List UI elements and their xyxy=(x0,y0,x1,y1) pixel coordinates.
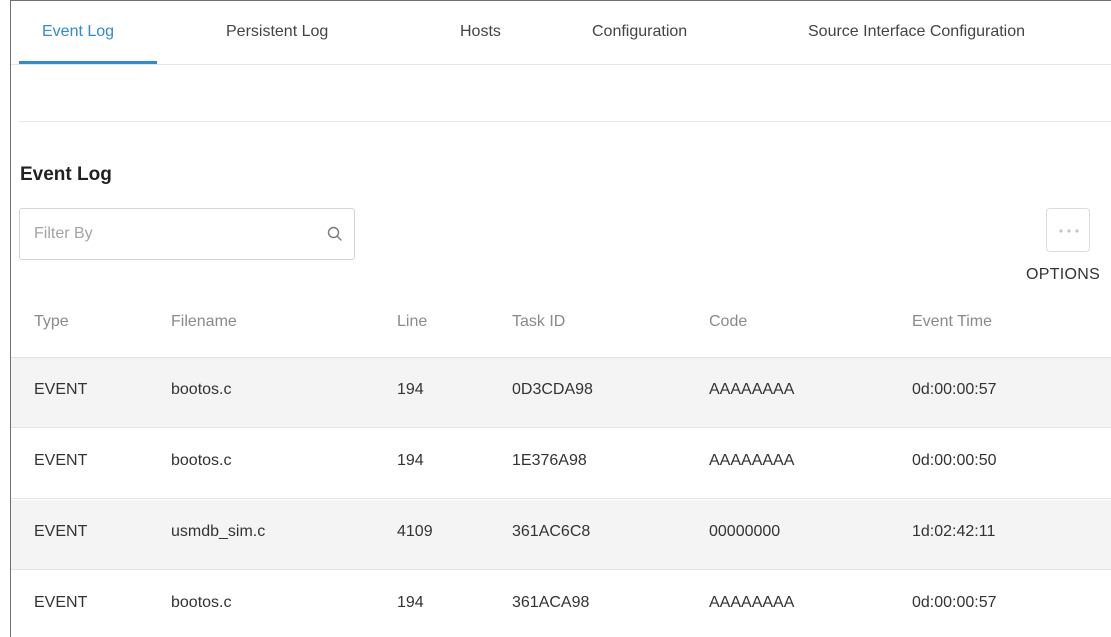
column-header-line[interactable]: Line xyxy=(397,313,427,331)
ellipsis-icon xyxy=(1059,229,1079,233)
page-title: Event Log xyxy=(20,164,112,185)
search-icon[interactable] xyxy=(326,225,344,243)
cell-task-id: 1E376A98 xyxy=(512,452,587,469)
cell-filename: usmdb_sim.c xyxy=(171,523,266,540)
tab-event-log[interactable]: Event Log xyxy=(42,23,114,41)
cell-event-time: 0d:00:00:57 xyxy=(912,381,997,398)
table-row[interactable]: EVENT bootos.c 194 0D3CDA98 AAAAAAAA 0d:… xyxy=(11,358,1111,428)
cell-filename: bootos.c xyxy=(171,381,232,398)
column-header-task-id[interactable]: Task ID xyxy=(512,313,565,331)
filter-input[interactable] xyxy=(34,223,304,245)
table-row[interactable]: EVENT usmdb_sim.c 4109 361AC6C8 00000000… xyxy=(11,500,1111,570)
cell-event-time: 0d:00:00:57 xyxy=(912,594,997,611)
column-header-filename[interactable]: Filename xyxy=(171,313,237,331)
column-header-type[interactable]: Type xyxy=(34,313,69,331)
cell-line: 194 xyxy=(397,452,424,469)
cell-code: AAAAAAAA xyxy=(709,381,795,398)
cell-code: 00000000 xyxy=(709,523,781,540)
tab-hosts[interactable]: Hosts xyxy=(460,23,501,41)
table-header: Type Filename Line Task ID Code Event Ti… xyxy=(11,287,1111,358)
cell-task-id: 361ACA98 xyxy=(512,594,590,611)
cell-type: EVENT xyxy=(34,452,88,469)
options-label[interactable]: OPTIONS xyxy=(1026,266,1100,284)
cell-type: EVENT xyxy=(34,523,88,540)
cell-code: AAAAAAAA xyxy=(709,452,795,469)
tab-source-interface-configuration[interactable]: Source Interface Configuration xyxy=(808,23,1025,41)
cell-filename: bootos.c xyxy=(171,452,232,469)
tab-persistent-log[interactable]: Persistent Log xyxy=(226,23,328,41)
cell-task-id: 0D3CDA98 xyxy=(512,381,593,398)
cell-event-time: 1d:02:42:11 xyxy=(912,523,996,540)
column-header-event-time[interactable]: Event Time xyxy=(912,313,992,331)
table-row[interactable]: EVENT bootos.c 194 361ACA98 AAAAAAAA 0d:… xyxy=(11,571,1111,637)
cell-filename: bootos.c xyxy=(171,594,232,611)
cell-event-time: 0d:00:00:50 xyxy=(912,452,997,469)
tab-configuration[interactable]: Configuration xyxy=(592,23,687,41)
column-header-code[interactable]: Code xyxy=(709,313,747,331)
cell-line: 194 xyxy=(397,381,424,398)
divider xyxy=(19,121,1111,122)
active-tab-indicator xyxy=(19,61,157,64)
cell-type: EVENT xyxy=(34,381,88,398)
filter-box xyxy=(19,208,355,260)
options-button[interactable] xyxy=(1046,208,1090,252)
table-row[interactable]: EVENT bootos.c 194 1E376A98 AAAAAAAA 0d:… xyxy=(11,429,1111,499)
cell-task-id: 361AC6C8 xyxy=(512,523,591,540)
cell-code: AAAAAAAA xyxy=(709,594,795,611)
cell-type: EVENT xyxy=(34,594,88,611)
cell-line: 4109 xyxy=(397,523,433,540)
tab-bar: Event Log Persistent Log Hosts Configura… xyxy=(11,1,1111,65)
cell-line: 194 xyxy=(397,594,424,611)
app-frame: Event Log Persistent Log Hosts Configura… xyxy=(10,0,1111,637)
